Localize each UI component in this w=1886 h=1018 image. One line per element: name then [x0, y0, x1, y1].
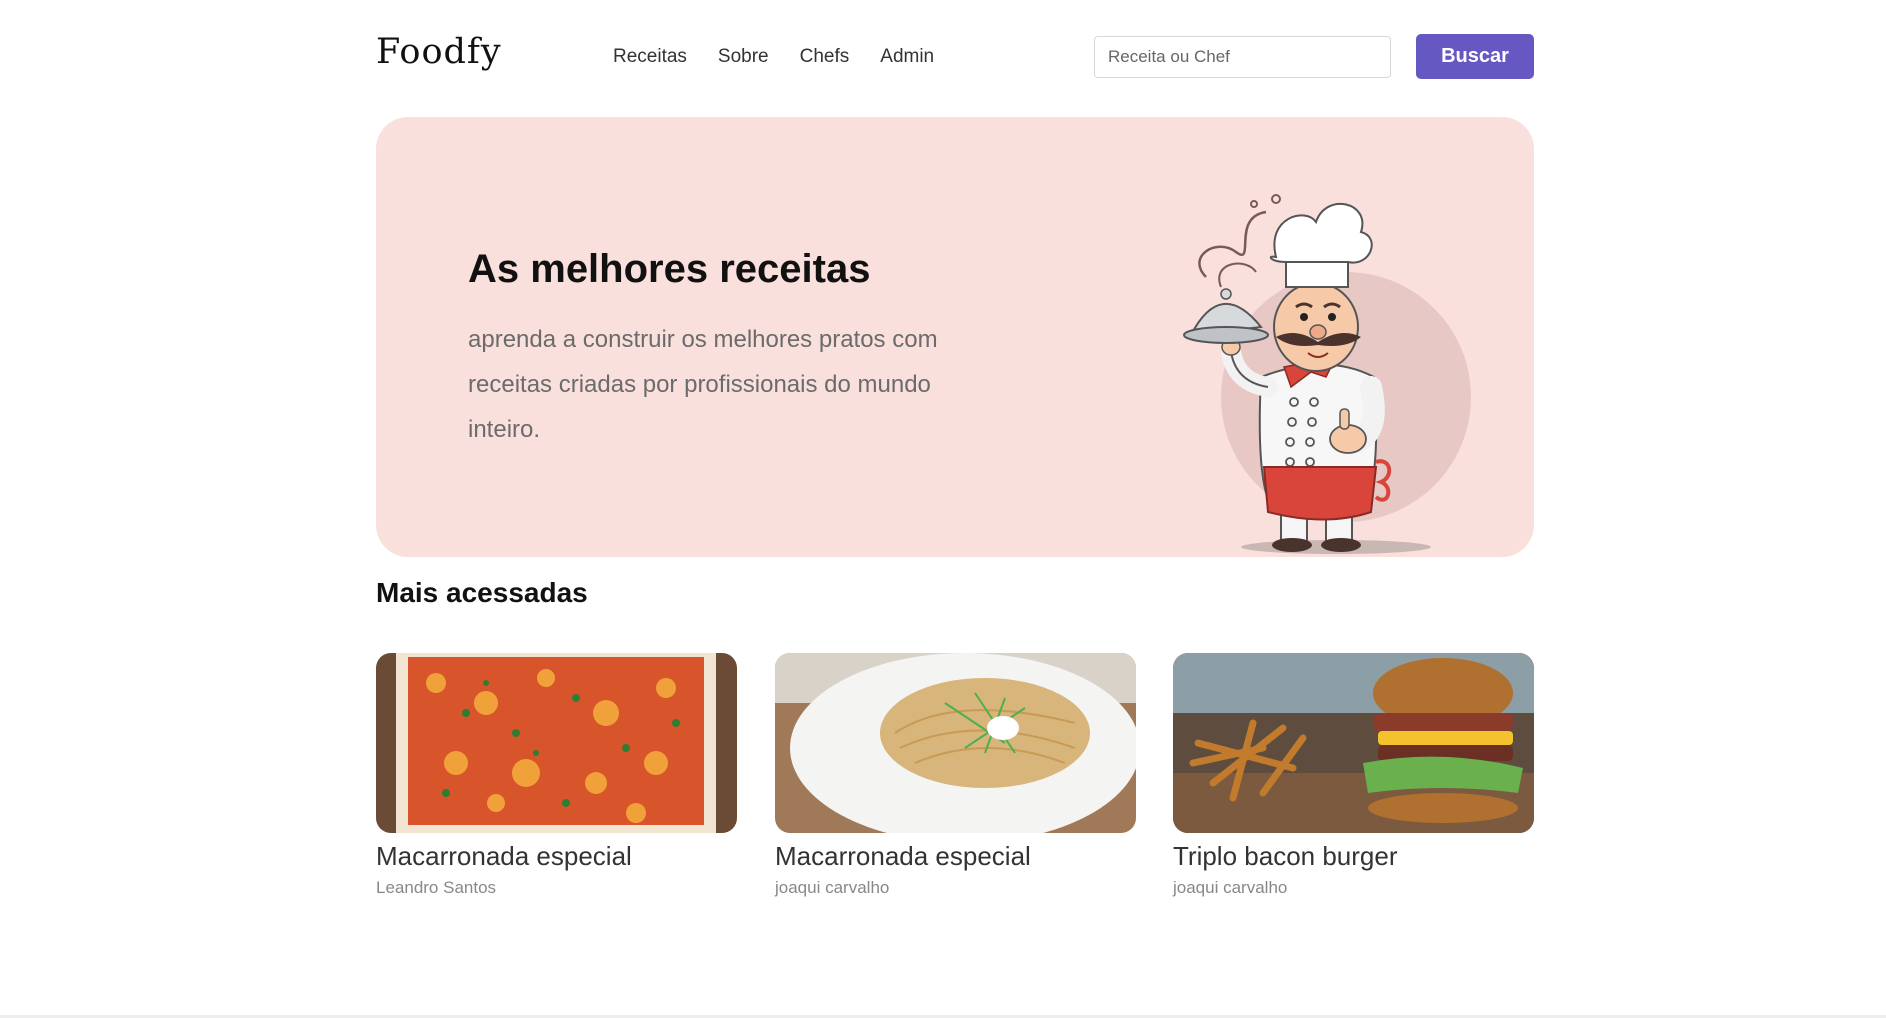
nav-link-admin[interactable]: Admin — [880, 46, 934, 68]
recipe-card[interactable]: Triplo bacon burger joaqui carvalho — [1173, 653, 1534, 898]
recipe-title[interactable]: Macarronada especial — [775, 841, 1136, 872]
nav-link-sobre[interactable]: Sobre — [718, 46, 769, 68]
search-input[interactable] — [1094, 36, 1391, 78]
logo[interactable]: Foodfy — [376, 32, 502, 72]
recipe-image-burger[interactable] — [1173, 653, 1534, 833]
chef-illustration — [1183, 194, 1471, 554]
site-header: Foodfy Receitas Sobre Chefs Admin Buscar — [376, 30, 1534, 82]
recipe-card[interactable]: Macarronada especial joaqui carvalho — [775, 653, 1136, 898]
recipe-author: Leandro Santos — [376, 878, 497, 897]
hero-subtitle: aprenda a construir os melhores pratos c… — [468, 326, 938, 443]
nav-link-receitas[interactable]: Receitas — [613, 46, 687, 68]
search-button[interactable]: Buscar — [1416, 34, 1534, 79]
recipe-title[interactable]: Triplo bacon burger — [1173, 841, 1534, 872]
recipe-author: joaqui carvalho — [1173, 878, 1288, 897]
hero-banner: As melhores receitas aprenda a construir… — [376, 117, 1534, 557]
recipe-author: joaqui carvalho — [775, 878, 890, 897]
nav-link-chefs[interactable]: Chefs — [800, 46, 850, 68]
recipe-card[interactable]: Macarronada especial Leandro Santos — [376, 653, 737, 898]
recipe-title[interactable]: Macarronada especial — [376, 841, 737, 872]
main-nav: Receitas Sobre Chefs Admin — [613, 46, 934, 68]
recipe-image-macarronada[interactable] — [775, 653, 1136, 833]
recipe-cards: Macarronada especial Leandro Santos Maca… — [376, 653, 1534, 913]
hero-title: As melhores receitas — [468, 247, 871, 291]
recipe-image-macarronada[interactable] — [376, 653, 737, 833]
section-title: Mais acessadas — [376, 577, 588, 608]
